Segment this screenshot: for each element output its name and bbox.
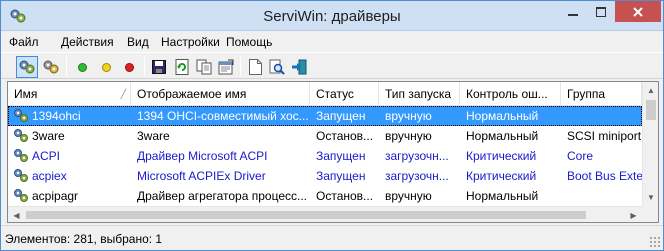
cell-display-name: 1394 OHCI-совместимый хос... <box>137 109 309 123</box>
green-dot-icon <box>77 62 87 72</box>
stop-button[interactable] <box>118 56 140 78</box>
menu-actions[interactable]: Действия <box>61 35 114 49</box>
maximize-button[interactable] <box>588 1 614 22</box>
menu-file[interactable]: Файл <box>9 35 39 49</box>
cell-group <box>561 186 642 206</box>
refresh-button[interactable] <box>171 56 193 78</box>
minimize-icon <box>568 13 578 16</box>
cell-start-type: загрузочн... <box>385 169 449 183</box>
status-text: Элементов: 281, выбрано: 1 <box>5 232 163 246</box>
exit-icon <box>292 59 307 75</box>
horizontal-scroll-thumb[interactable] <box>26 211 586 219</box>
cell-name: acpipagr <box>32 189 79 203</box>
properties-icon <box>218 59 234 75</box>
cell-name: 1394ohci <box>32 109 81 123</box>
cell-group <box>561 106 642 126</box>
cell-status: Запущен <box>316 169 366 183</box>
column-header-display-name[interactable]: Отображаемое имя <box>131 82 310 106</box>
column-header-status[interactable]: Статус <box>310 82 379 106</box>
list-header: Имя ╱ Отображаемое имя Статус Тип запуск… <box>8 82 642 106</box>
save-button[interactable] <box>148 56 170 78</box>
title-bar[interactable]: ServiWin: драйверы <box>1 1 663 31</box>
cell-status: Запущен <box>316 149 366 163</box>
red-dot-icon <box>124 62 134 72</box>
document-icon <box>248 59 262 75</box>
menu-bar: Файл Действия Вид Настройки Помощь <box>1 32 663 52</box>
gears-alt-icon <box>43 60 59 74</box>
find-icon <box>269 59 285 75</box>
column-header-error-control[interactable]: Контроль ош... <box>460 82 561 106</box>
cell-group: Boot Bus Exten <box>567 169 642 183</box>
scrollbar-corner <box>642 206 658 222</box>
cell-start-type: вручную <box>385 109 432 123</box>
cell-group: Core <box>567 149 594 163</box>
menu-help[interactable]: Помощь <box>226 35 272 49</box>
sort-ascending-icon: ╱ <box>120 89 126 99</box>
column-header-start-type[interactable]: Тип запуска <box>379 82 460 106</box>
floppy-icon <box>152 60 166 74</box>
status-bar: Элементов: 281, выбрано: 1 <box>1 225 663 250</box>
column-header-group[interactable]: Группа <box>561 82 642 106</box>
gears-icon <box>19 60 35 74</box>
horizontal-scrollbar[interactable]: ◀ ▶ <box>8 206 642 222</box>
app-window: ServiWin: драйверы Файл Действия Вид Нас… <box>0 0 664 251</box>
cell-error-control: Нормальный <box>466 189 539 203</box>
scroll-up-icon[interactable]: ▲ <box>643 82 658 99</box>
menu-settings[interactable]: Настройки <box>161 35 220 49</box>
table-row[interactable]: ACPI Драйвер Microsoft ACPI Запущен загр… <box>8 146 642 166</box>
cell-error-control: Критический <box>466 169 537 183</box>
drivers-list[interactable]: Имя ╱ Отображаемое имя Статус Тип запуск… <box>7 81 659 223</box>
services-view-button[interactable] <box>40 56 62 78</box>
cell-name: ACPI <box>32 149 61 163</box>
cell-status: Запущен <box>316 109 366 123</box>
toolbar <box>1 52 663 79</box>
scroll-down-icon[interactable]: ▼ <box>643 189 658 206</box>
table-row[interactable]: acpiex Microsoft ACPIEx Driver Запущен з… <box>8 166 642 186</box>
vertical-scroll-thumb[interactable] <box>646 100 656 120</box>
maximize-icon <box>596 6 606 17</box>
cell-name: 3ware <box>32 129 65 143</box>
scroll-right-icon[interactable]: ▶ <box>625 207 642 222</box>
exit-button[interactable] <box>288 56 310 78</box>
cell-display-name: Драйвер агрегатора процесс... <box>137 189 307 203</box>
cell-error-control: Критический <box>466 149 537 163</box>
cell-name: acpiex <box>32 169 67 183</box>
toolbar-separator <box>66 57 67 76</box>
cell-error-control: Нормальный <box>466 109 539 123</box>
refresh-icon <box>175 59 189 75</box>
table-row[interactable]: 3ware 3ware Останов... вручную Нормальны… <box>8 126 642 146</box>
start-button[interactable] <box>71 56 93 78</box>
minimize-button[interactable] <box>559 1 587 22</box>
cell-display-name: Microsoft ACPIEx Driver <box>137 169 266 183</box>
find-button[interactable] <box>266 56 288 78</box>
cell-status: Останов... <box>316 129 374 143</box>
menu-view[interactable]: Вид <box>127 35 149 49</box>
toolbar-separator <box>144 57 145 76</box>
drivers-view-button[interactable] <box>16 56 38 78</box>
scroll-left-icon[interactable]: ◀ <box>8 207 25 222</box>
properties-button[interactable] <box>215 56 237 78</box>
copy-icon <box>196 59 212 75</box>
resize-grip-icon[interactable] <box>649 236 661 248</box>
cell-start-type: загрузочн... <box>385 149 449 163</box>
table-row[interactable]: 1394ohci 1394 OHCI-совместимый хос... За… <box>8 106 642 126</box>
table-row[interactable]: acpipagr Драйвер агрегатора процесс... О… <box>8 186 642 206</box>
html-report-button[interactable] <box>244 56 266 78</box>
cell-start-type: вручную <box>385 189 432 203</box>
close-icon <box>633 6 643 17</box>
cell-status: Останов... <box>316 189 374 203</box>
column-header-name[interactable]: Имя ╱ <box>8 82 131 106</box>
pause-button[interactable] <box>95 56 117 78</box>
toolbar-separator <box>240 57 241 76</box>
copy-button[interactable] <box>193 56 215 78</box>
cell-group: SCSI miniport <box>567 129 642 143</box>
vertical-scrollbar[interactable]: ▲ ▼ <box>642 82 658 206</box>
cell-display-name: Драйвер Microsoft ACPI <box>137 149 268 163</box>
cell-start-type: вручную <box>385 129 432 143</box>
close-button[interactable] <box>615 1 661 22</box>
cell-error-control: Нормальный <box>466 129 539 143</box>
cell-display-name: 3ware <box>137 129 170 143</box>
yellow-dot-icon <box>101 62 111 72</box>
